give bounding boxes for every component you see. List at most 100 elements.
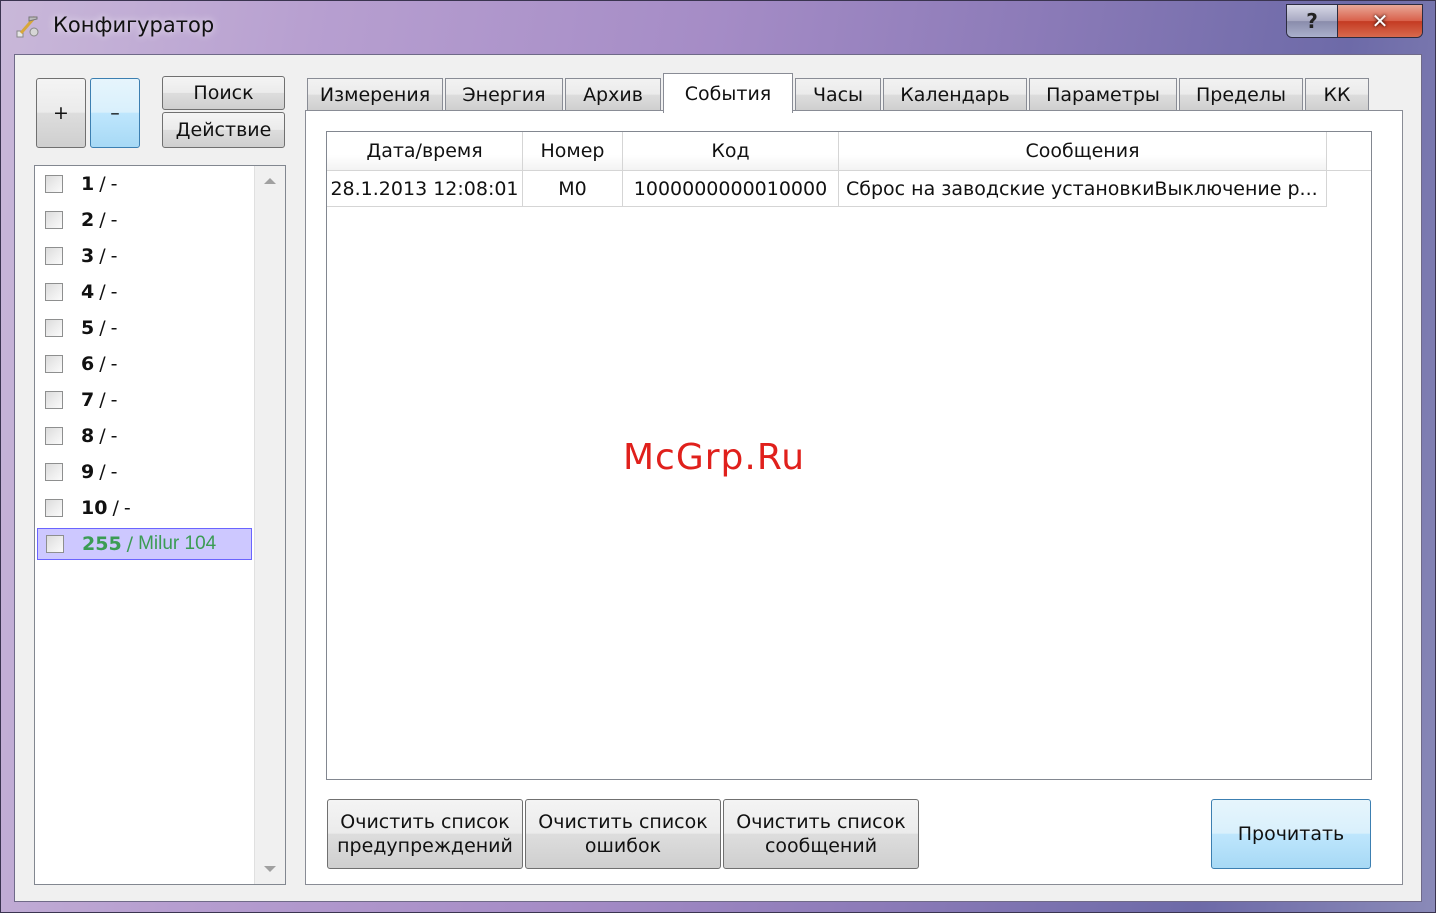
device-number: 3 — [81, 245, 95, 267]
device-separator: / — [99, 461, 106, 483]
clear-messages-label-line1: Очистить список — [736, 811, 906, 833]
scroll-down-icon[interactable] — [264, 866, 276, 872]
device-checkbox[interactable] — [46, 535, 64, 553]
device-name: - — [110, 245, 118, 267]
clear-messages-button[interactable]: Очистить список сообщений — [723, 799, 919, 869]
device-separator: / — [99, 317, 106, 339]
device-list-scrollbar[interactable] — [254, 166, 285, 884]
device-number: 8 — [81, 425, 95, 447]
table-cell: M0 — [523, 171, 623, 207]
add-device-button[interactable]: + — [36, 78, 86, 148]
device-separator: / — [99, 389, 106, 411]
device-list-item[interactable]: 7/- — [37, 384, 252, 416]
device-checkbox[interactable] — [45, 463, 63, 481]
device-checkbox[interactable] — [45, 211, 63, 229]
scroll-up-icon[interactable] — [264, 178, 276, 184]
device-checkbox[interactable] — [45, 283, 63, 301]
device-list-item[interactable]: 255/Milur 104 — [37, 528, 252, 560]
device-checkbox[interactable] — [45, 427, 63, 445]
tab-2[interactable]: Архив — [565, 78, 661, 110]
column-header[interactable]: Код — [623, 132, 839, 170]
tab-4[interactable]: Часы — [795, 78, 881, 110]
device-checkbox[interactable] — [45, 319, 63, 337]
device-separator: / — [99, 281, 106, 303]
device-checkbox[interactable] — [45, 355, 63, 373]
table-cell: Сброс на заводские установкиВыключение р… — [839, 171, 1327, 207]
column-header[interactable]: Дата/время — [327, 132, 523, 170]
device-list-item[interactable]: 5/- — [37, 312, 252, 344]
tab-0[interactable]: Измерения — [307, 78, 443, 110]
events-table[interactable]: Дата/время Номер Код Сообщения 28.1.2013 12… — [326, 131, 1372, 780]
device-checkbox[interactable] — [45, 247, 63, 265]
device-list-item[interactable]: 8/- — [37, 420, 252, 452]
help-button[interactable]: ? — [1287, 5, 1338, 37]
clear-warnings-label-line1: Очистить список — [340, 811, 510, 833]
device-number: 6 — [81, 353, 95, 375]
title-bar[interactable]: Конфигуратор ? ✕ — [1, 1, 1436, 53]
device-name: - — [123, 497, 131, 519]
device-checkbox[interactable] — [45, 499, 63, 517]
search-button[interactable]: Поиск — [162, 76, 285, 110]
table-cell: 1000000000010000 — [623, 171, 839, 207]
device-separator: / — [126, 533, 134, 555]
device-number: 5 — [81, 317, 95, 339]
device-separator: / — [99, 173, 106, 195]
device-number: 9 — [81, 461, 95, 483]
tab-1[interactable]: Энергия — [445, 78, 563, 110]
device-name: - — [110, 209, 118, 231]
device-list-item[interactable]: 6/- — [37, 348, 252, 380]
remove-device-button[interactable]: – — [90, 78, 140, 148]
tab-5[interactable]: Календарь — [883, 78, 1027, 110]
tab-8[interactable]: КК — [1305, 78, 1369, 110]
device-name: - — [110, 353, 118, 375]
tab-3[interactable]: События — [663, 73, 793, 113]
events-tab-panel: Дата/время Номер Код Сообщения 28.1.2013 12… — [305, 110, 1403, 885]
device-list-item[interactable]: 10/- — [37, 492, 252, 524]
device-name: Milur 104 — [138, 533, 217, 554]
device-number: 4 — [81, 281, 95, 303]
device-number: 10 — [81, 497, 108, 519]
clear-errors-label-line2: ошибок — [584, 835, 662, 857]
configurator-window: Конфигуратор ? ✕ + – Поиск Действие 1/-2… — [0, 0, 1436, 913]
device-name: - — [110, 425, 118, 447]
table-cell: 28.1.2013 12:08:01 — [327, 171, 523, 207]
action-button[interactable]: Действие — [162, 112, 285, 148]
tab-7[interactable]: Пределы — [1179, 78, 1303, 110]
tab-6[interactable]: Параметры — [1029, 78, 1177, 110]
device-name: - — [110, 461, 118, 483]
device-separator: / — [99, 353, 106, 375]
device-list-item[interactable]: 4/- — [37, 276, 252, 308]
device-name: - — [110, 173, 118, 195]
client-area: + – Поиск Действие 1/-2/-3/-4/-5/-6/-7/-… — [14, 54, 1422, 902]
clear-errors-label-line1: Очистить список — [538, 811, 708, 833]
events-table-header: Дата/время Номер Код Сообщения — [327, 132, 1371, 171]
device-checkbox[interactable] — [45, 391, 63, 409]
device-name: - — [110, 317, 118, 339]
device-list[interactable]: 1/-2/-3/-4/-5/-6/-7/-8/-9/-10/-255/Milur… — [34, 165, 286, 885]
device-separator: / — [99, 245, 106, 267]
device-number: 255 — [82, 533, 122, 555]
device-list-item[interactable]: 3/- — [37, 240, 252, 272]
device-name: - — [110, 389, 118, 411]
device-name: - — [110, 281, 118, 303]
read-button[interactable]: Прочитать — [1211, 799, 1371, 869]
column-header[interactable]: Номер — [523, 132, 623, 170]
close-button[interactable]: ✕ — [1338, 5, 1422, 37]
column-header[interactable]: Сообщения — [839, 132, 1327, 170]
clear-messages-label-line2: сообщений — [764, 835, 878, 857]
device-list-item[interactable]: 1/- — [37, 168, 252, 200]
clear-errors-button[interactable]: Очистить список ошибок — [525, 799, 721, 869]
device-number: 2 — [81, 209, 95, 231]
device-list-item[interactable]: 9/- — [37, 456, 252, 488]
clear-warnings-button[interactable]: Очистить список предупреждений — [327, 799, 523, 869]
device-separator: / — [99, 209, 106, 231]
window-title: Конфигуратор — [53, 13, 215, 37]
device-number: 1 — [81, 173, 95, 195]
device-separator: / — [112, 497, 119, 519]
device-number: 7 — [81, 389, 95, 411]
device-checkbox[interactable] — [45, 175, 63, 193]
device-list-item[interactable]: 2/- — [37, 204, 252, 236]
watermark: McGrp.Ru — [623, 437, 806, 478]
device-separator: / — [99, 425, 106, 447]
configurator-app-icon — [16, 16, 39, 38]
